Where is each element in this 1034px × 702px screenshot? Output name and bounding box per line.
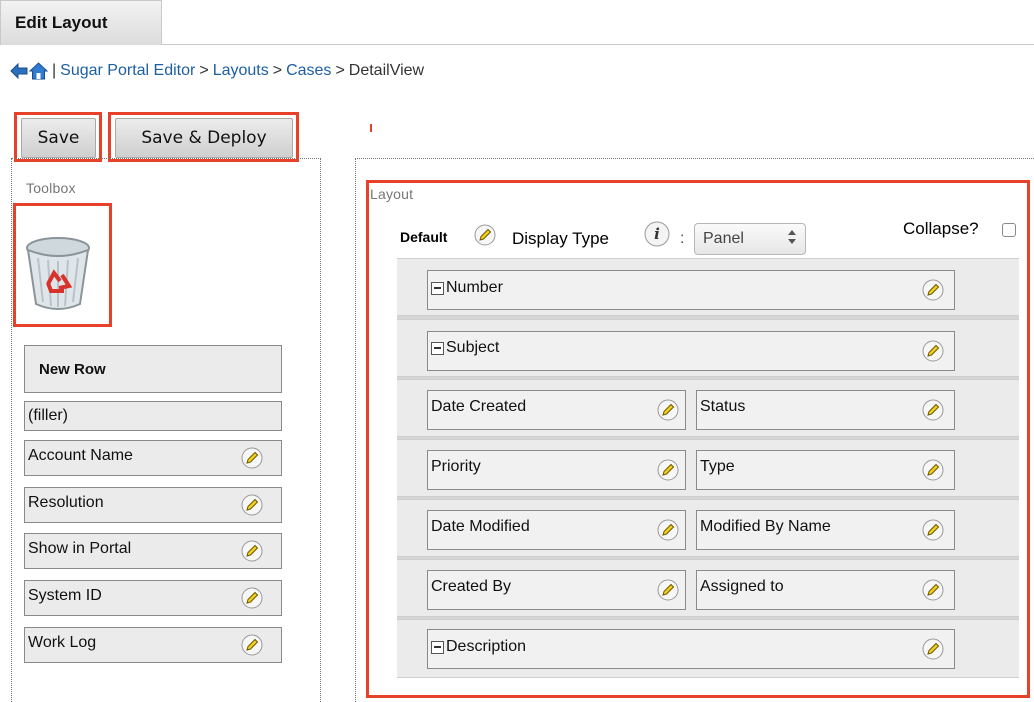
pencil-icon[interactable] [922, 340, 944, 362]
pencil-icon[interactable] [657, 519, 679, 541]
toolbox-title: Toolbox [26, 180, 76, 196]
field-priority[interactable]: Priority [427, 450, 686, 490]
select-arrows-icon [787, 229, 797, 250]
pencil-icon[interactable] [922, 519, 944, 541]
display-type-colon: : [680, 230, 685, 247]
field-date-created[interactable]: Date Created [427, 390, 686, 430]
pencil-icon[interactable] [657, 459, 679, 481]
breadcrumb-sugar-portal-editor[interactable]: Sugar Portal Editor [60, 62, 195, 80]
display-type-select[interactable]: Panel [694, 223, 806, 255]
home-icon[interactable] [29, 62, 48, 80]
field-number[interactable]: Number [427, 270, 955, 310]
pencil-icon[interactable] [241, 447, 263, 469]
toolbox-field-show-in-portal[interactable]: Show in Portal [24, 533, 282, 569]
breadcrumb-cases[interactable]: Cases [286, 62, 331, 80]
minus-icon[interactable] [431, 341, 444, 355]
new-row-item[interactable]: New Row [24, 345, 282, 393]
trash-icon[interactable] [24, 218, 94, 316]
toolbox-field-account-name[interactable]: Account Name [24, 440, 282, 476]
breadcrumb-arrow: > [335, 62, 345, 79]
collapse-label: Collapse? [903, 219, 979, 238]
display-type-label: Display Type [512, 229, 610, 248]
save-button[interactable]: Save [21, 118, 96, 158]
field-created-by[interactable]: Created By [427, 570, 686, 610]
save-deploy-button[interactable]: Save & Deploy [115, 118, 293, 158]
tab-edit-layout[interactable]: Edit Layout [0, 0, 162, 45]
field-type[interactable]: Type [696, 450, 955, 490]
pencil-icon[interactable] [657, 579, 679, 601]
svg-text:i: i [654, 225, 660, 243]
pencil-icon[interactable] [241, 587, 263, 609]
pencil-icon[interactable] [922, 459, 944, 481]
pencil-icon[interactable] [922, 399, 944, 421]
minus-icon[interactable] [431, 281, 444, 295]
pencil-icon[interactable] [922, 279, 944, 301]
breadcrumb: | Sugar Portal Editor > Layouts > Cases … [10, 58, 424, 84]
panel-name: Default [400, 229, 448, 245]
breadcrumb-layouts[interactable]: Layouts [213, 62, 269, 80]
field-date-modified[interactable]: Date Modified [427, 510, 686, 550]
breadcrumb-arrow: > [272, 62, 283, 79]
breadcrumb-current: DetailView [348, 62, 425, 79]
toolbox-field-work-log[interactable]: Work Log [24, 627, 282, 663]
field-status[interactable]: Status [696, 390, 955, 430]
pencil-icon[interactable] [474, 224, 496, 246]
filler-item[interactable]: (filler) [24, 401, 282, 431]
field-description[interactable]: Description [427, 629, 955, 669]
minus-icon[interactable] [431, 640, 444, 654]
pencil-icon[interactable] [241, 540, 263, 562]
pencil-icon[interactable] [922, 638, 944, 660]
toolbox-field-system-id[interactable]: System ID [24, 580, 282, 616]
back-arrow-icon[interactable] [10, 63, 28, 79]
decorative-mark [370, 124, 372, 132]
field-subject[interactable]: Subject [427, 331, 955, 371]
breadcrumb-arrow: > [199, 62, 209, 79]
collapse-checkbox[interactable] [1002, 223, 1016, 237]
pencil-icon[interactable] [657, 399, 679, 421]
toolbox-field-resolution[interactable]: Resolution [24, 487, 282, 523]
field-modified-by-name[interactable]: Modified By Name [696, 510, 955, 550]
breadcrumb-separator: | [52, 62, 57, 79]
pencil-icon[interactable] [241, 494, 263, 516]
field-assigned-to[interactable]: Assigned to [696, 570, 955, 610]
info-icon[interactable]: i [644, 221, 670, 252]
pencil-icon[interactable] [922, 579, 944, 601]
pencil-icon[interactable] [241, 634, 263, 656]
